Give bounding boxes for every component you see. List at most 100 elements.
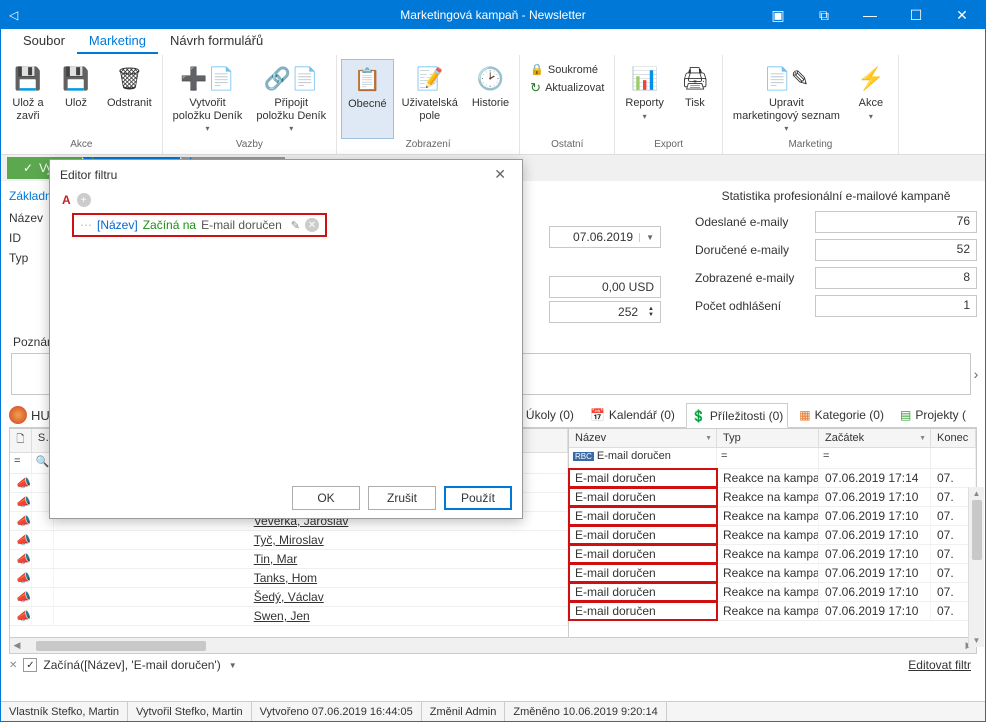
save-button[interactable]: 💾Ulož bbox=[53, 59, 99, 139]
refresh-button[interactable]: ↻Aktualizovat bbox=[530, 80, 604, 96]
table-row[interactable]: E-mail doručenReakce na kampaň07.06.2019… bbox=[569, 545, 976, 564]
calendar-tab[interactable]: 📅Kalendář (0) bbox=[585, 403, 680, 427]
apply-button[interactable]: Použít bbox=[444, 486, 512, 510]
table-row[interactable]: 📣Tyč, Miroslav bbox=[10, 531, 568, 550]
contact-name-cell[interactable]: Tyč, Miroslav bbox=[54, 531, 568, 549]
edit-marketing-list-button[interactable]: 📄✎Upravitmarketingový seznam ▾ bbox=[727, 59, 846, 139]
table-row[interactable]: E-mail doručenReakce na kampaň07.06.2019… bbox=[569, 488, 976, 507]
ribbon-group: 📋Obecné📝Uživatelskápole🕑HistorieZobrazen… bbox=[337, 55, 520, 154]
stat-value: 1 bbox=[815, 295, 977, 317]
chevron-down-icon: ▾ bbox=[289, 124, 293, 133]
actions-button[interactable]: ⚡Akce ▾ bbox=[848, 59, 894, 139]
table-row[interactable]: E-mail doručenReakce na kampaň07.06.2019… bbox=[569, 602, 976, 621]
scroll-thumb[interactable] bbox=[36, 641, 206, 651]
popout-icon[interactable]: ⧉ bbox=[801, 1, 847, 29]
categories-tab[interactable]: ▦Kategorie (0) bbox=[794, 403, 889, 427]
scroll-thumb-v[interactable] bbox=[972, 500, 982, 560]
general-button-icon: 📋 bbox=[354, 64, 381, 96]
chevron-down-icon: ▾ bbox=[869, 112, 873, 121]
contact-name-cell[interactable]: Swen, Jen bbox=[54, 607, 568, 625]
filter-checkbox[interactable]: ✓ bbox=[23, 658, 37, 672]
contact-name-cell[interactable]: Tanks, Hom bbox=[54, 569, 568, 587]
scroll-down-icon[interactable]: ▼ bbox=[973, 636, 981, 645]
cell-start: 07.06.2019 17:10 bbox=[819, 488, 931, 506]
cost-input[interactable]: 0,00 USD bbox=[549, 276, 661, 298]
categories-tab-label: Kategorie (0) bbox=[815, 408, 884, 422]
ribbon-group-label: Vazby bbox=[236, 139, 263, 152]
dialog-close-icon[interactable]: ✕ bbox=[488, 166, 512, 183]
table-row[interactable]: E-mail doručenReakce na kampaň07.06.2019… bbox=[569, 526, 976, 545]
stat-row: Doručené e-maily52 bbox=[695, 239, 977, 261]
filter-cell-end[interactable] bbox=[931, 448, 976, 468]
filter-dropdown-icon[interactable]: ▼ bbox=[229, 661, 237, 670]
campaign-icon: 📣 bbox=[16, 609, 31, 623]
contact-name-cell[interactable]: Tin, Mar bbox=[54, 550, 568, 568]
expand-note-icon[interactable]: › bbox=[969, 353, 983, 395]
contact-name-cell[interactable]: Šedý, Václav bbox=[54, 588, 568, 606]
minimize-icon[interactable]: — bbox=[847, 1, 893, 29]
edit-filter-link[interactable]: Editovat filtr bbox=[908, 658, 971, 672]
create-journal-button-label: Vytvořitpoložku Deník ▾ bbox=[173, 97, 243, 135]
tab-form-design[interactable]: Návrh formulářů bbox=[158, 29, 275, 54]
history-button[interactable]: 🕑Historie bbox=[466, 59, 515, 139]
save-close-button[interactable]: 💾Ulož azavři bbox=[5, 59, 51, 139]
tab-marketing[interactable]: Marketing bbox=[77, 29, 158, 54]
attach-journal-button[interactable]: 🔗📄Připojitpoložku Deník ▾ bbox=[250, 59, 332, 139]
table-row[interactable]: 📣 Swen, Jen bbox=[10, 607, 568, 626]
back-icon[interactable]: ◁ bbox=[9, 8, 18, 22]
campaign-icon: 📣 bbox=[16, 514, 31, 528]
grid-header-end[interactable]: Konec bbox=[931, 429, 976, 447]
cell-name: E-mail doručen bbox=[569, 583, 717, 601]
date-input[interactable]: 07.06.2019▼ bbox=[549, 226, 661, 248]
table-row[interactable]: E-mail doručenReakce na kampaň07.06.2019… bbox=[569, 564, 976, 583]
cancel-button[interactable]: Zrušit bbox=[368, 486, 436, 510]
grid-header-name[interactable]: Název bbox=[569, 429, 717, 447]
scroll-left-icon[interactable]: ◀ bbox=[10, 640, 24, 651]
general-button[interactable]: 📋Obecné bbox=[341, 59, 394, 139]
count-input[interactable]: 252▲▼ bbox=[549, 301, 661, 323]
projects-tab[interactable]: ▤Projekty ( bbox=[895, 403, 971, 427]
opportunities-tab[interactable]: 💲Příležitosti (0) bbox=[686, 403, 788, 428]
horizontal-scrollbar[interactable]: ◀ ▶ bbox=[9, 638, 977, 654]
spinner-icon[interactable]: ▲▼ bbox=[644, 306, 654, 318]
user-field-button-icon: 📝 bbox=[416, 63, 443, 95]
filter-condition-row[interactable]: ⋯ [Název] Začíná na E-mail doručen ✎ ✕ bbox=[72, 213, 327, 237]
maximize-icon[interactable]: ☐ bbox=[893, 1, 939, 29]
filter-cell-name[interactable]: RBCE-mail doručen bbox=[569, 448, 717, 468]
print-button[interactable]: 🖨Tisk bbox=[672, 59, 718, 139]
collapse-icon[interactable]: ▣ bbox=[755, 1, 801, 29]
vertical-scrollbar[interactable]: ▲ ▼ bbox=[968, 487, 984, 647]
delete-condition-icon[interactable]: ✕ bbox=[305, 218, 319, 232]
filter-root-operator[interactable]: A bbox=[62, 193, 71, 207]
table-row[interactable]: E-mail doručenReakce na kampaň07.06.2019… bbox=[569, 507, 976, 526]
add-condition-icon[interactable]: + bbox=[77, 193, 91, 207]
cell-name: E-mail doručen bbox=[569, 469, 717, 487]
close-window-icon[interactable]: ✕ bbox=[939, 1, 985, 29]
chevron-down-icon[interactable]: ▼ bbox=[639, 233, 654, 242]
filter-operator[interactable]: Začíná na bbox=[143, 218, 196, 232]
filter-cell-icon[interactable]: = bbox=[10, 453, 32, 473]
ok-button[interactable]: OK bbox=[292, 486, 360, 510]
grid-header-start[interactable]: Začátek bbox=[819, 429, 931, 447]
cell-name: E-mail doručen bbox=[569, 564, 717, 582]
edit-pencil-icon[interactable]: ✎ bbox=[291, 219, 300, 232]
filter-close-icon[interactable]: ✕ bbox=[9, 660, 17, 671]
table-row[interactable]: 📣Šedý, Václav bbox=[10, 588, 568, 607]
private-toggle[interactable]: 🔒Soukromé bbox=[530, 63, 598, 76]
delete-button[interactable]: 🗑Odstranit bbox=[101, 59, 158, 139]
grid-header-icon[interactable]: 🗋 bbox=[10, 429, 32, 452]
scroll-up-icon[interactable]: ▲ bbox=[973, 489, 981, 498]
table-row[interactable]: E-mail doručenReakce na kampaň07.06.2019… bbox=[569, 469, 976, 488]
user-field-button[interactable]: 📝Uživatelskápole bbox=[396, 59, 464, 139]
table-row[interactable]: E-mail doručenReakce na kampaň07.06.2019… bbox=[569, 583, 976, 602]
grid-header-type[interactable]: Typ bbox=[717, 429, 819, 447]
filter-cell-type[interactable]: = bbox=[717, 448, 819, 468]
filter-cell-start[interactable]: = bbox=[819, 448, 931, 468]
table-row[interactable]: 📣Tanks, Hom bbox=[10, 569, 568, 588]
table-row[interactable]: 📣Tin, Mar bbox=[10, 550, 568, 569]
tab-file[interactable]: Soubor bbox=[11, 29, 77, 54]
filter-value[interactable]: E-mail doručen bbox=[201, 218, 282, 232]
filter-field[interactable]: [Název] bbox=[97, 218, 138, 232]
create-journal-button[interactable]: ➕📄Vytvořitpoložku Deník ▾ bbox=[167, 59, 249, 139]
reports-button[interactable]: 📊Reporty ▾ bbox=[619, 59, 670, 139]
